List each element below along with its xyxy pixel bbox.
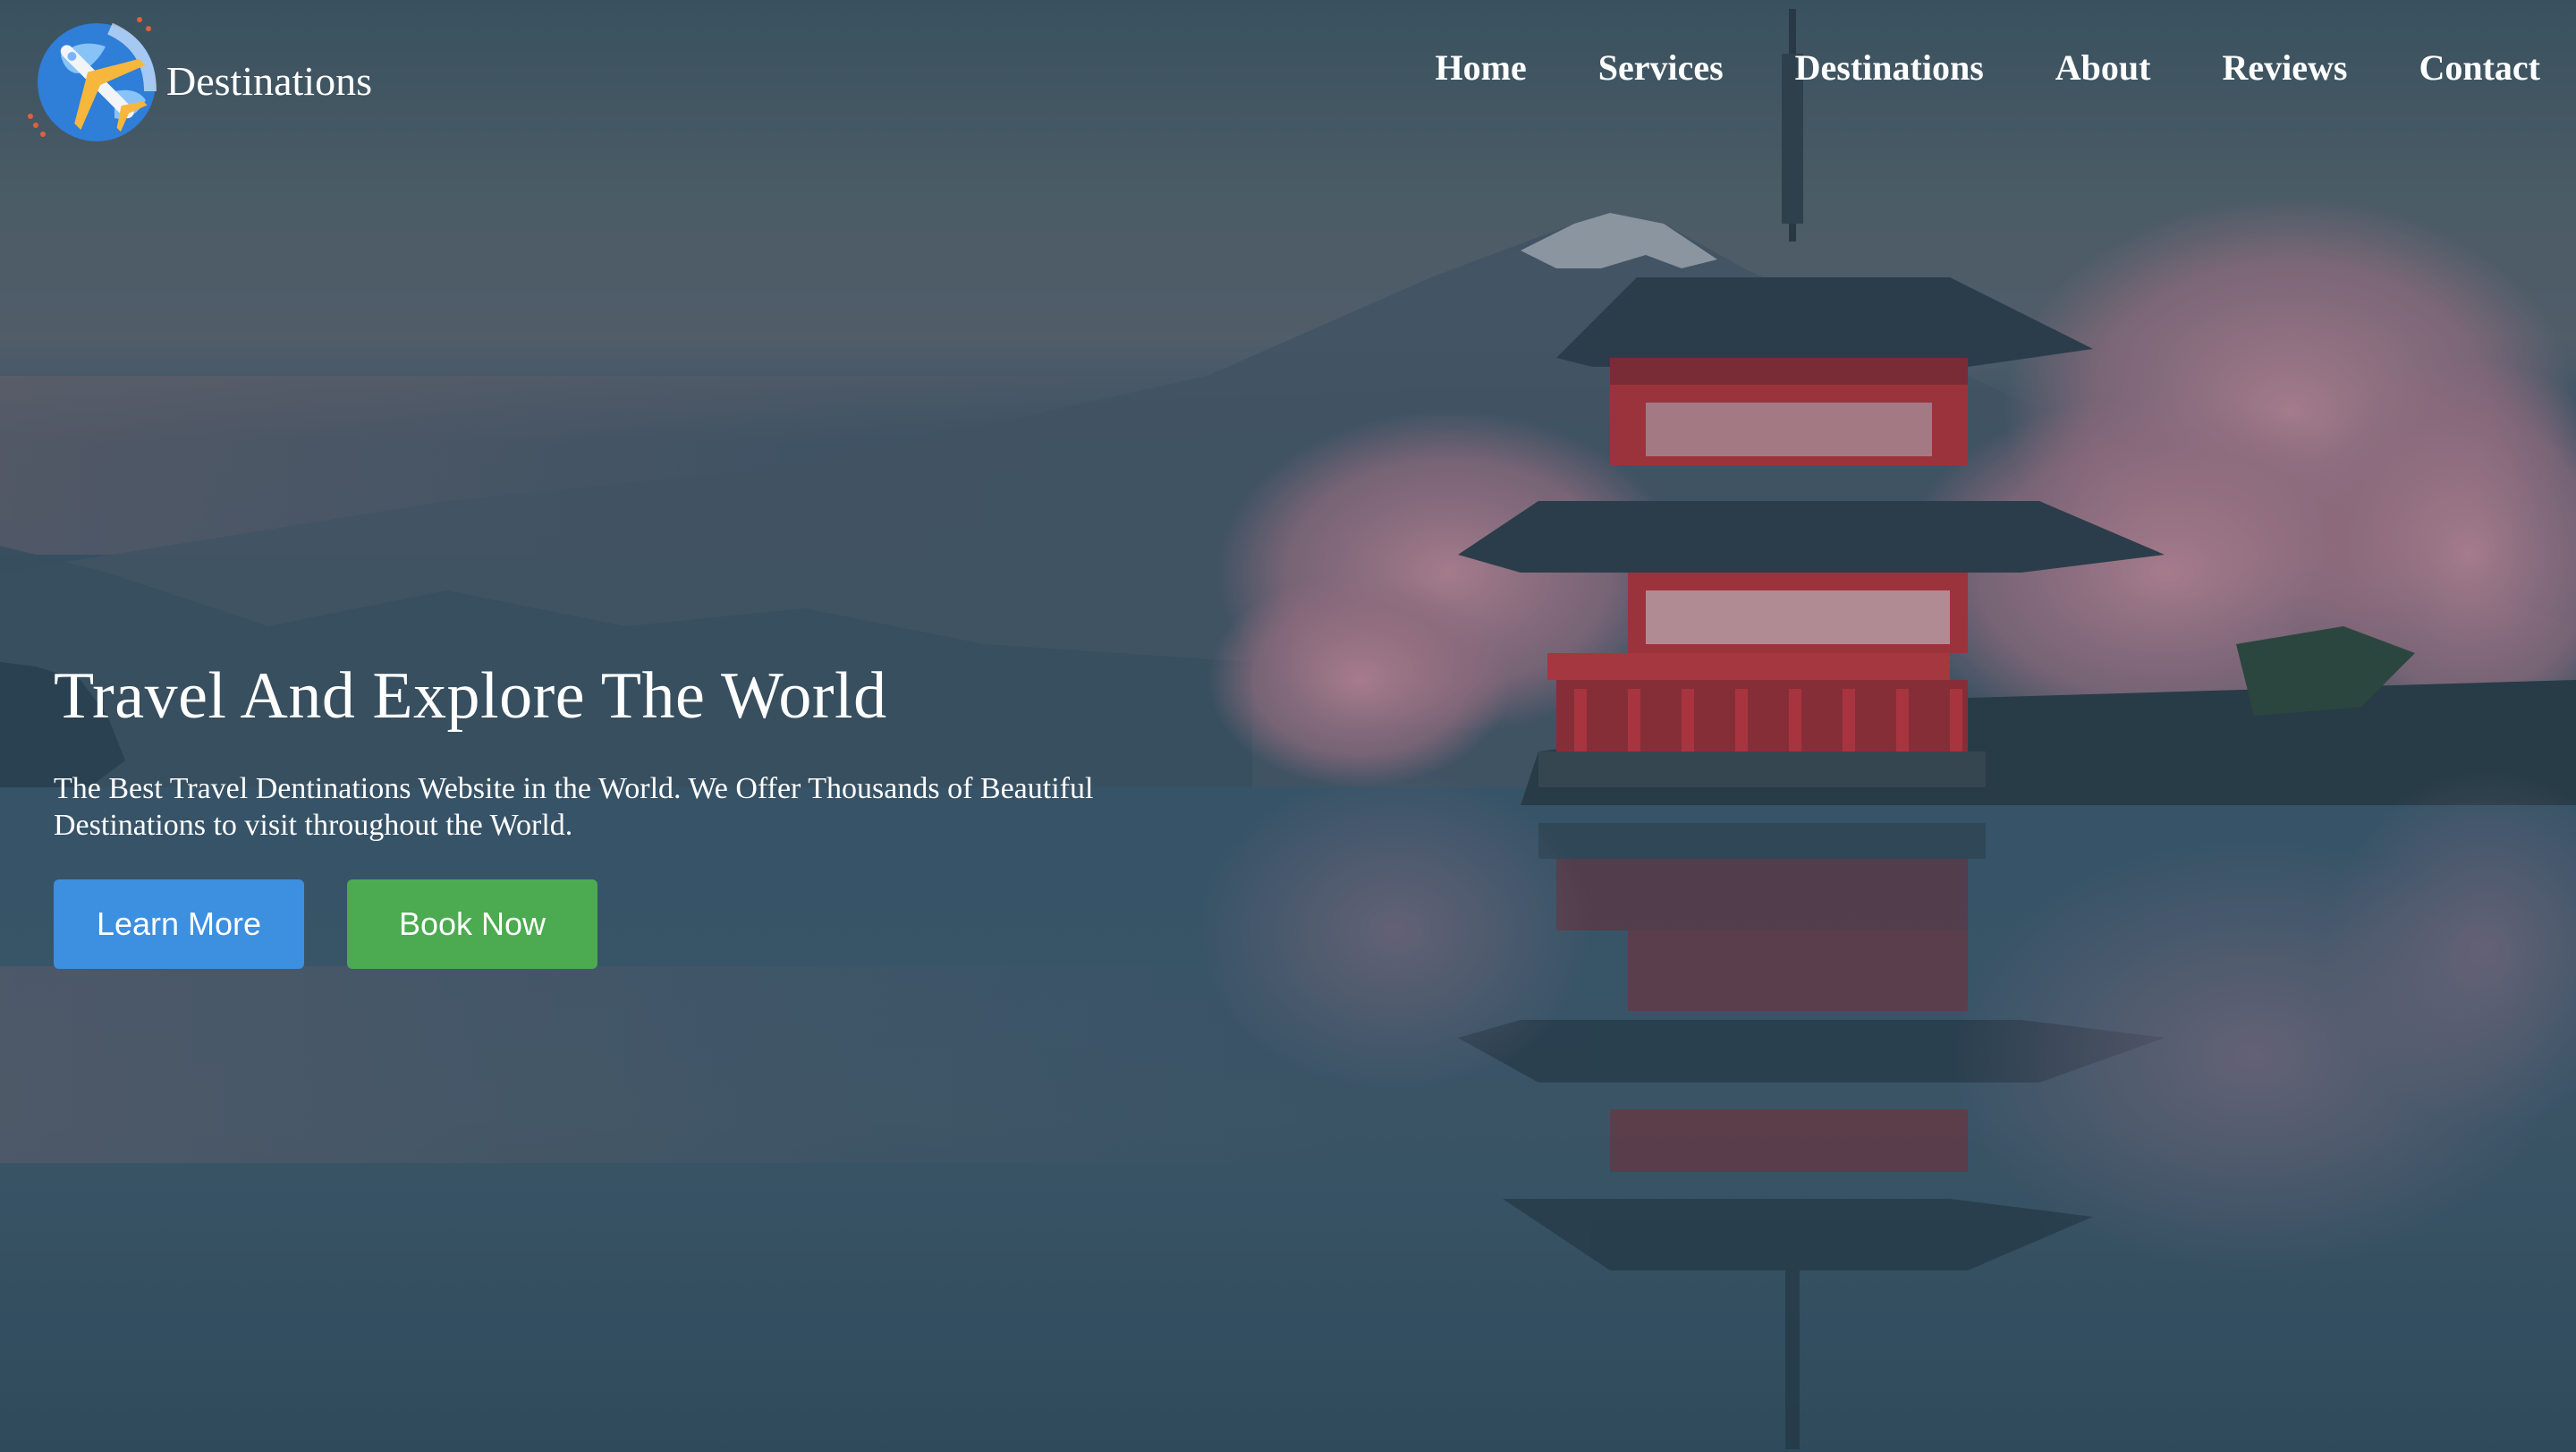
hero-title: Travel And Explore The World — [54, 659, 887, 733]
learn-more-button[interactable]: Learn More — [54, 879, 304, 969]
book-now-button[interactable]: Book Now — [347, 879, 597, 969]
globe-airplane-icon — [28, 17, 157, 141]
main-nav: Home Services Destinations About Reviews… — [1436, 47, 2540, 89]
brand-name: Destinations — [166, 57, 372, 104]
hero-buttons: Learn More Book Now — [54, 879, 1234, 969]
nav-contact[interactable]: Contact — [2419, 47, 2540, 89]
nav-destinations[interactable]: Destinations — [1795, 47, 1984, 89]
hero-section: Destinations Home Services Destinations … — [0, 0, 2576, 1452]
nav-reviews[interactable]: Reviews — [2223, 47, 2348, 89]
hero-content: Travel And Explore The World The Best Tr… — [54, 658, 1234, 969]
nav-services[interactable]: Services — [1598, 47, 1724, 89]
hero-subtitle: The Best Travel Dentinations Website in … — [54, 772, 1094, 842]
brand-logo[interactable]: Destinations — [25, 11, 372, 145]
nav-about[interactable]: About — [2055, 47, 2151, 89]
nav-home[interactable]: Home — [1436, 47, 1527, 89]
